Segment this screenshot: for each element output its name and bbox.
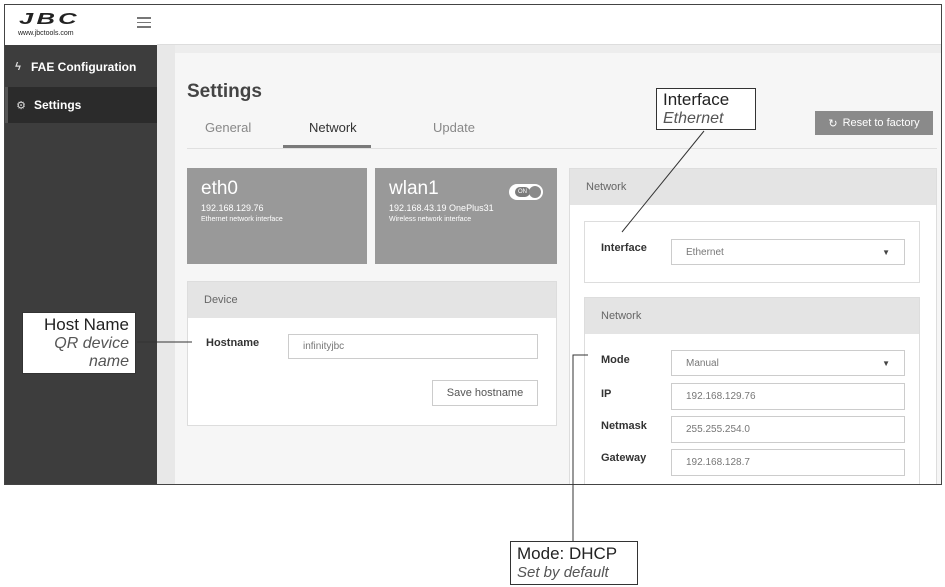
- callout-subtitle: Set by default: [517, 564, 609, 581]
- mode-leader-line: [572, 354, 588, 542]
- interface-leader-line: [621, 130, 705, 233]
- manual-figure: JBC www.jbctools.com ϟ FAE Configuration…: [0, 0, 945, 587]
- callout-title: Mode: DHCP: [517, 544, 618, 563]
- mode-callout: Mode: DHCP Set by default: [510, 541, 638, 585]
- callout-subtitle: QR device: [54, 335, 129, 352]
- hostname-callout: Host Name QR device name: [22, 312, 136, 374]
- callout-leader-lines: [137, 130, 705, 542]
- callout-subtitle: name: [88, 353, 129, 370]
- callout-title: Host Name: [43, 315, 129, 334]
